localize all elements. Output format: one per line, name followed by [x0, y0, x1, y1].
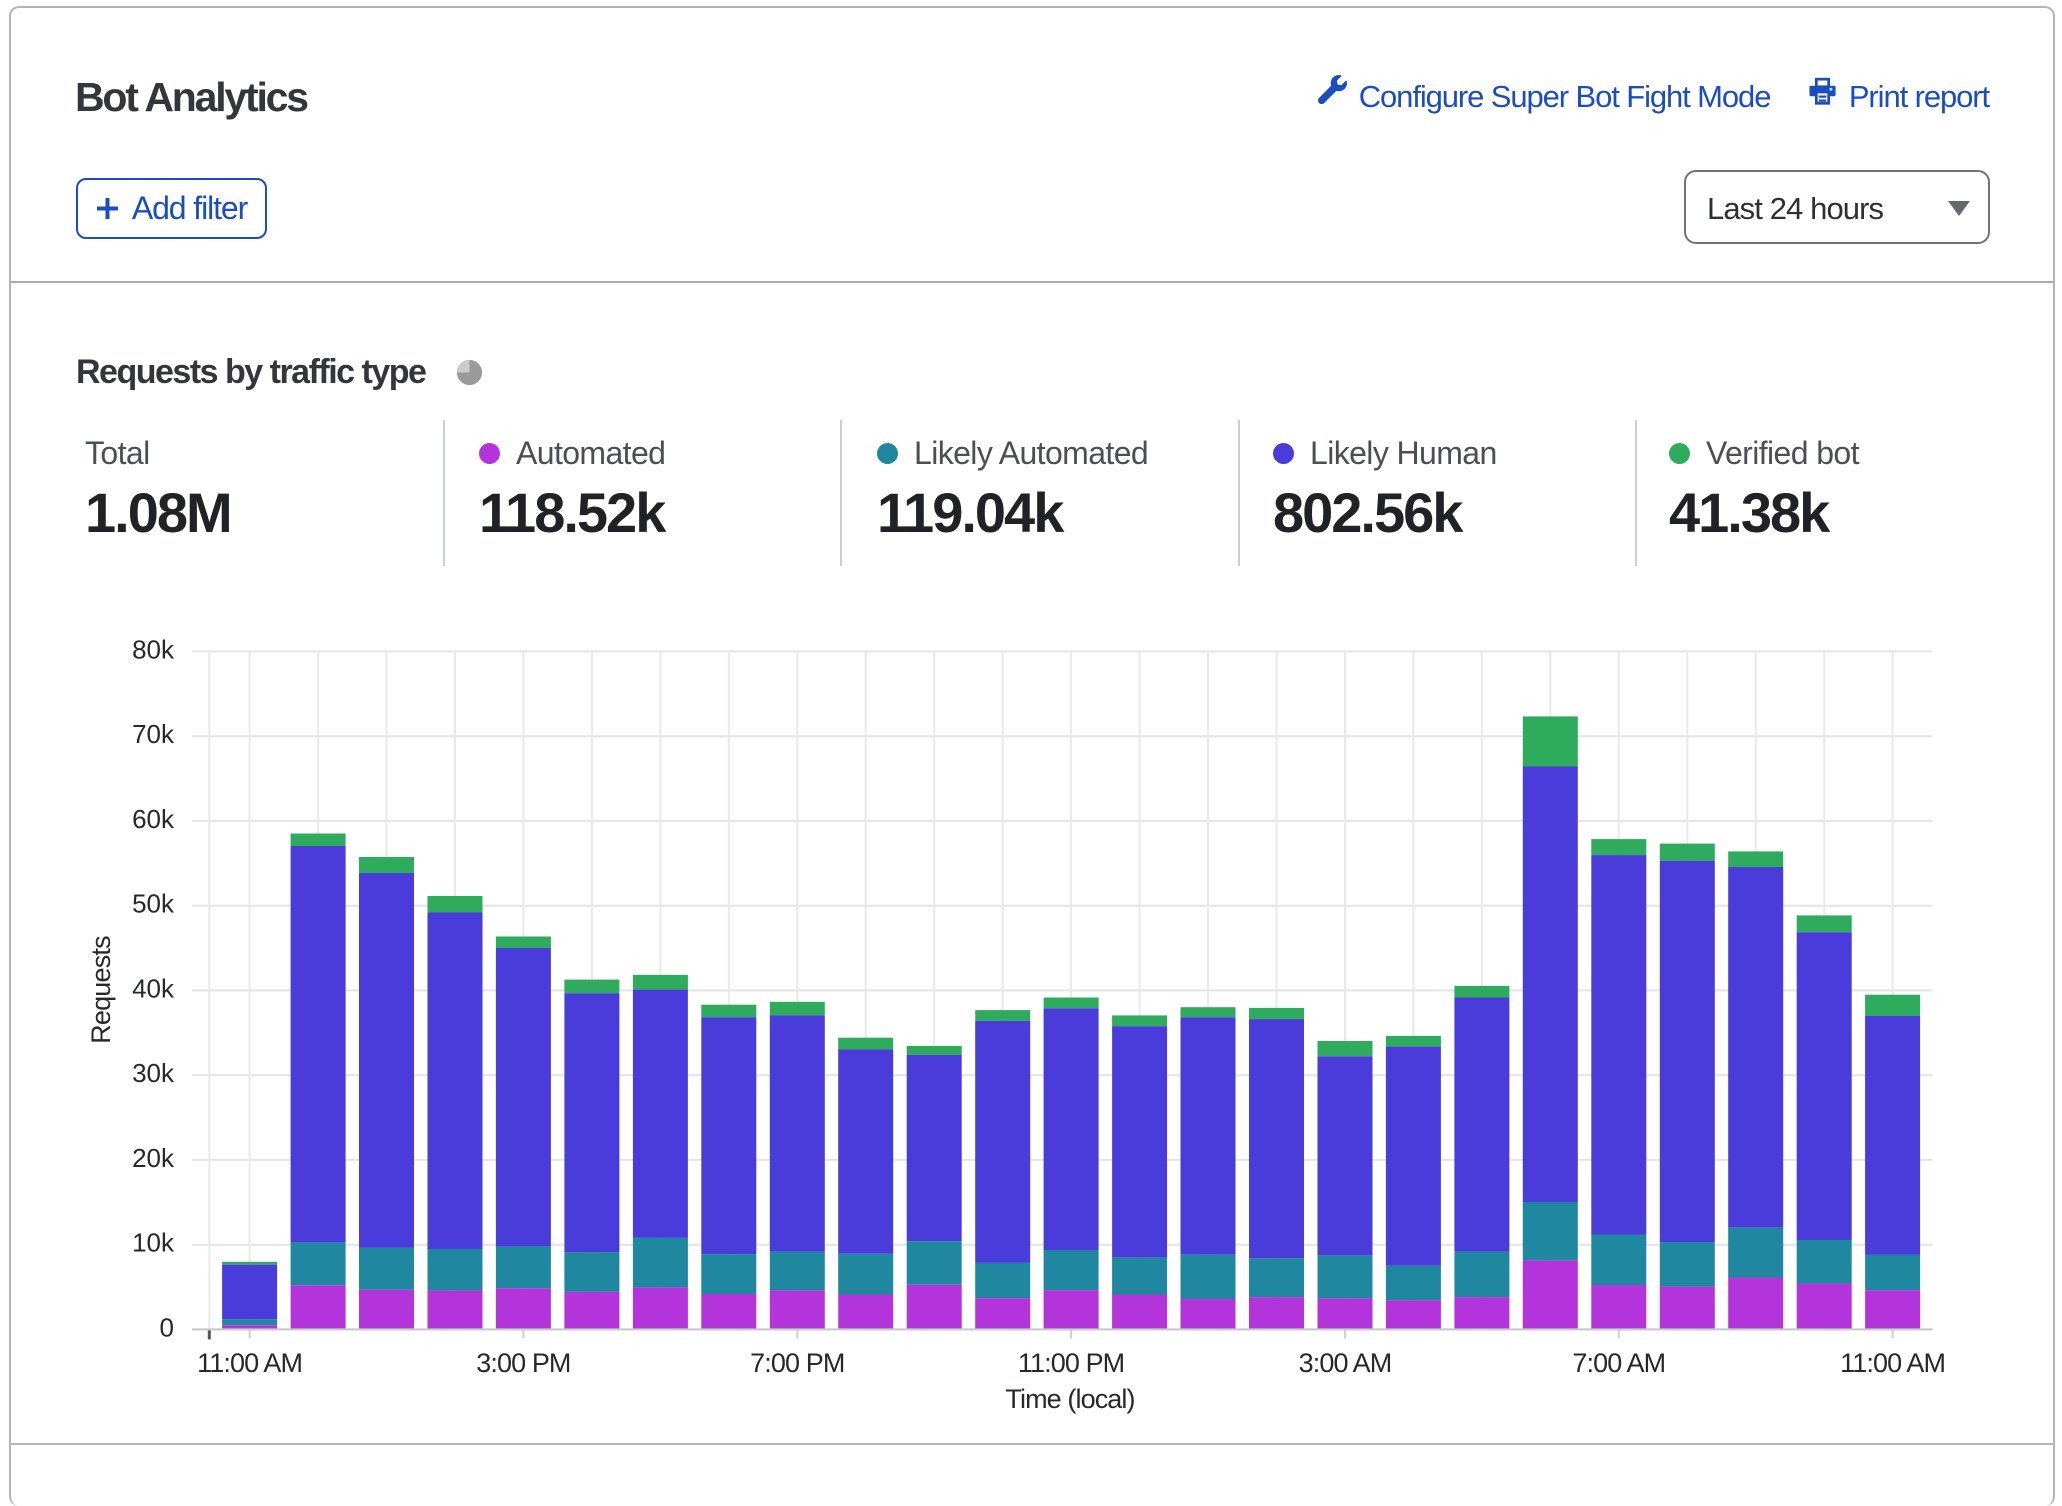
- svg-text:0: 0: [160, 1312, 174, 1342]
- svg-text:3:00 AM: 3:00 AM: [1299, 1348, 1392, 1378]
- svg-text:11:00 AM: 11:00 AM: [1840, 1348, 1945, 1378]
- svg-text:10k: 10k: [132, 1228, 175, 1258]
- svg-text:Requests: Requests: [86, 936, 116, 1044]
- svg-text:40k: 40k: [132, 973, 175, 1003]
- svg-text:3:00 PM: 3:00 PM: [476, 1348, 570, 1378]
- svg-text:20k: 20k: [132, 1143, 175, 1173]
- svg-text:80k: 80k: [132, 634, 175, 664]
- svg-text:60k: 60k: [132, 804, 175, 834]
- svg-text:7:00 PM: 7:00 PM: [750, 1348, 844, 1378]
- svg-text:70k: 70k: [132, 719, 175, 749]
- svg-text:30k: 30k: [132, 1058, 175, 1088]
- svg-text:11:00 PM: 11:00 PM: [1018, 1348, 1124, 1378]
- svg-text:7:00 AM: 7:00 AM: [1572, 1348, 1665, 1378]
- svg-text:Time (local): Time (local): [1005, 1384, 1134, 1414]
- svg-text:50k: 50k: [132, 889, 175, 919]
- svg-text:11:00 AM: 11:00 AM: [197, 1348, 302, 1378]
